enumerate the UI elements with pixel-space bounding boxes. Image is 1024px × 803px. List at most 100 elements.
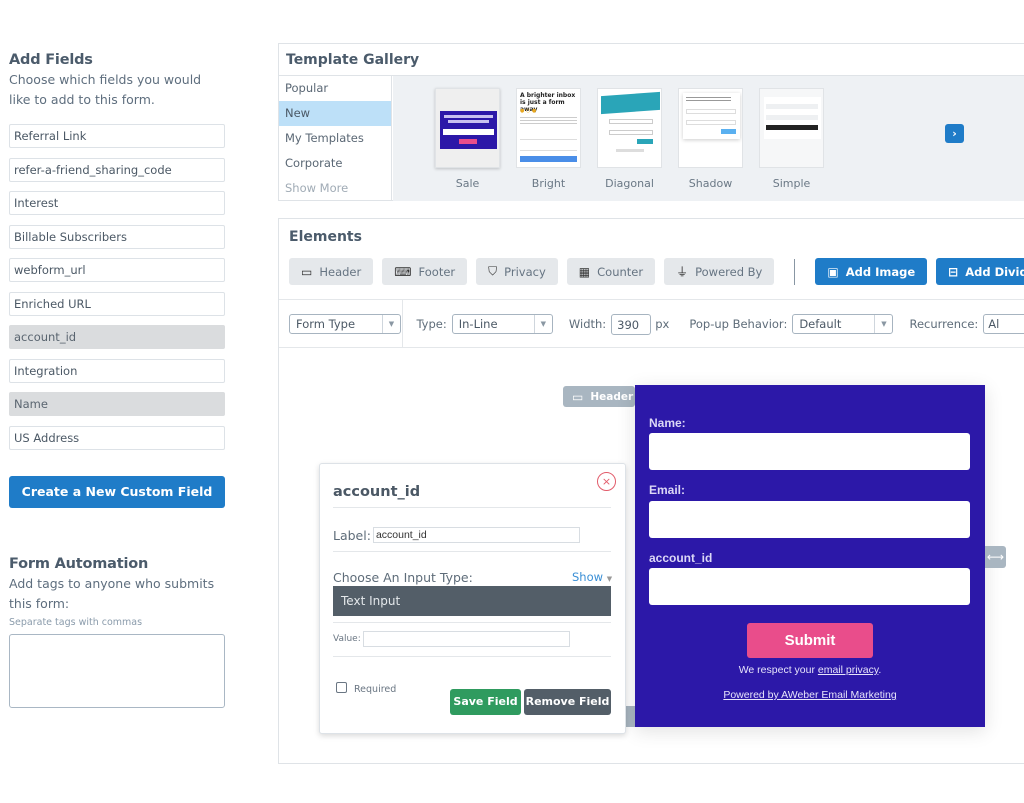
save-field-button[interactable]: Save Field (450, 689, 521, 715)
form-settings-toolbar: Form Type ▼ Type: In-Line ▼ Width: 390 px … (279, 299, 1024, 348)
width-unit: px (655, 316, 670, 331)
field-item[interactable]: Referral Link (9, 124, 225, 148)
powered-by-chip[interactable]: ⏚ Powered By (664, 258, 775, 285)
template-gallery-title: Template Gallery (279, 44, 1024, 76)
chip-label: Footer (418, 264, 456, 279)
form-canvas: ▭ Header Name: Email: account_id Submit W… (279, 349, 1024, 763)
form-field-label: Email: (649, 483, 686, 497)
footer-chip[interactable]: ⌨ Footer (382, 258, 468, 285)
required-checkbox[interactable] (336, 682, 347, 693)
field-item[interactable]: Billable Subscribers (9, 224, 225, 249)
create-custom-field-button[interactable]: Create a New Custom Field (9, 475, 225, 508)
show-more-link[interactable]: Show More (279, 176, 391, 201)
template-name: Diagonal (605, 177, 654, 190)
tags-hint: Separate tags with commas (9, 616, 143, 628)
template-bright[interactable]: A brighter inbox is just a form away ● ○… (516, 88, 581, 190)
divider-icon: ⊟ (948, 264, 959, 279)
counter-icon: ▦ (578, 264, 591, 279)
field-item[interactable]: refer-a-friend_sharing_code (9, 157, 225, 182)
field-item[interactable]: account_id (9, 325, 225, 349)
resize-handle-icon[interactable]: ⟷ (985, 546, 1006, 568)
field-item[interactable]: US Address (9, 425, 225, 450)
header-icon: ▭ (301, 264, 313, 279)
header-chip[interactable]: ▭ Header (289, 258, 374, 285)
template-strip: Sale A brighter inbox is just a form awa… (393, 76, 1024, 201)
type-label: Type: (416, 316, 447, 331)
toolbar-divider (794, 258, 796, 285)
email-input[interactable] (649, 501, 970, 538)
footer-icon: ⌨ (394, 264, 412, 279)
input-type-selected[interactable]: Text Input (333, 586, 611, 616)
popup-behavior-select[interactable]: Default ▼ (792, 313, 894, 334)
form-type-select[interactable]: Form Type ▼ (289, 313, 401, 334)
field-item[interactable]: webform_url (9, 258, 225, 282)
add-fields-panel: Add Fields Choose which fields you would… (9, 52, 225, 708)
image-icon: ▣ (827, 264, 839, 279)
chevron-down-icon: ▼ (382, 314, 400, 333)
chip-label: Powered By (695, 264, 763, 279)
field-item[interactable]: Interest (9, 191, 225, 215)
add-divider-button[interactable]: ⊟ Add Divider (936, 258, 1024, 285)
template-simple[interactable]: Simple (759, 88, 824, 190)
privacy-chip[interactable]: ⛉ Privacy (476, 258, 558, 285)
form-field-label: account_id (649, 551, 713, 565)
recurrence-select[interactable]: Al (983, 313, 1024, 334)
category-popular[interactable]: Popular (279, 76, 391, 101)
plug-icon: ⏚ (676, 265, 689, 279)
popup-behavior-label: Pop-up Behavior: (689, 316, 788, 331)
elements-row: ▭ Header ⌨ Footer ⛉ Privacy ▦ Counter ⏚ Power… (289, 258, 1024, 285)
show-toggle[interactable]: Show ▼ (572, 570, 612, 584)
label-label: Label: (333, 527, 371, 543)
template-shadow[interactable]: Shadow (678, 88, 743, 190)
close-icon[interactable]: × (597, 472, 616, 491)
field-item[interactable]: Name (9, 392, 225, 416)
form-preview: Name: Email: account_id Submit We respec… (635, 385, 985, 727)
width-label: Width: (568, 316, 607, 331)
form-automation-title: Form Automation (9, 555, 149, 572)
add-fields-description: Choose which fields you would like to ad… (9, 72, 202, 107)
account-id-input[interactable] (649, 568, 970, 605)
input-type-label: Choose An Input Type: (333, 570, 473, 585)
divider (333, 622, 611, 623)
category-new[interactable]: New (279, 101, 391, 126)
chevron-down-icon: ▼ (874, 314, 892, 333)
required-row: Required (336, 682, 397, 695)
name-input[interactable] (649, 433, 970, 470)
add-image-button[interactable]: ▣ Add Image (815, 258, 928, 285)
field-editor-title: account_id (333, 484, 421, 500)
template-name: Bright (531, 177, 566, 190)
category-corporate[interactable]: Corporate (279, 151, 391, 176)
button-label: Add Image (845, 264, 916, 279)
divider (333, 656, 611, 657)
category-my-templates[interactable]: My Templates (279, 126, 391, 151)
email-privacy-link[interactable]: email privacy (818, 664, 879, 676)
value-label: Value: (333, 634, 361, 644)
tags-textarea[interactable] (9, 633, 225, 708)
required-label: Required (354, 684, 397, 695)
type-select[interactable]: In-Line ▼ (451, 313, 553, 334)
template-categories: Popular New My Templates Corporate Show … (279, 76, 392, 201)
remove-field-button[interactable]: Remove Field (524, 689, 611, 715)
divider (333, 507, 611, 508)
submit-button[interactable]: Submit (747, 623, 873, 658)
field-item[interactable]: Enriched URL (9, 291, 225, 316)
divider (333, 551, 611, 552)
label-input[interactable]: account_id (372, 527, 580, 543)
elements-panel: Elements ▭ Header ⌨ Footer ⛉ Privacy ▦ Count… (278, 218, 1024, 764)
powered-by-link[interactable]: Powered by AWeber Email Marketing (635, 689, 985, 701)
template-diagonal[interactable]: Diagonal (597, 88, 662, 190)
form-field-label: Name: (649, 416, 686, 430)
field-item[interactable]: Integration (9, 358, 225, 383)
value-input[interactable] (362, 631, 570, 647)
form-automation-description: Add tags to anyone who submits this form… (9, 575, 215, 611)
template-thumbnail (678, 88, 743, 168)
header-drop-tag[interactable]: ▭ Header (563, 386, 635, 407)
counter-chip[interactable]: ▦ Counter (566, 258, 656, 285)
field-list: Referral Link refer-a-friend_sharing_cod… (9, 124, 225, 450)
template-sale[interactable]: Sale (435, 88, 500, 190)
width-input[interactable]: 390 (611, 314, 652, 335)
shield-icon: ⛉ (488, 264, 498, 278)
chip-label: Counter (597, 264, 644, 279)
chevron-right-icon[interactable]: › (945, 124, 964, 143)
recurrence-label: Recurrence: (909, 316, 979, 331)
